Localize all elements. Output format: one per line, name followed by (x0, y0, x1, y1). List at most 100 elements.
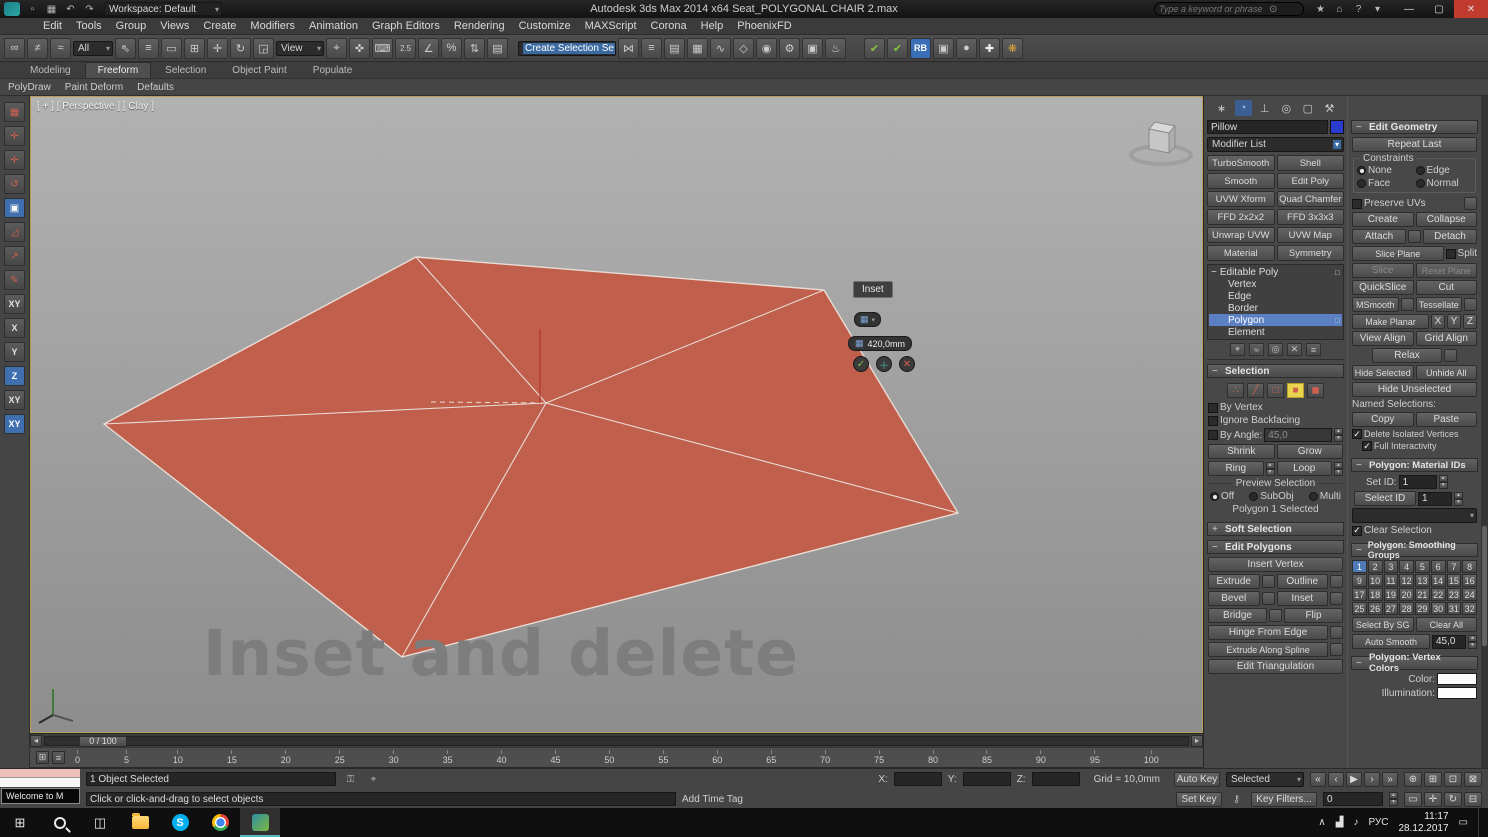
caddy-mode-button[interactable]: ▦ ▾ (854, 312, 881, 327)
maximize-button[interactable]: ▢ (1424, 0, 1454, 18)
select-id-button[interactable]: Select ID (1354, 491, 1416, 506)
axis-xy3-button[interactable]: XY (4, 414, 25, 434)
close-button[interactable]: ✕ (1454, 0, 1488, 18)
maxscript-mini-listener[interactable] (0, 769, 80, 788)
viewcube[interactable] (1111, 107, 1203, 197)
vertex-sub-icon[interactable]: ∴ (1227, 383, 1244, 398)
detach-button[interactable]: Detach (1423, 229, 1477, 244)
tray-volume-icon[interactable]: ♪ (1353, 817, 1358, 828)
key-filters-button[interactable]: Key Filters... (1251, 792, 1317, 807)
menu-item[interactable]: Corona (644, 20, 694, 32)
smoothing-group-button[interactable]: 22 (1431, 588, 1446, 601)
view-align-button[interactable]: View Align (1352, 331, 1414, 346)
smoothing-group-button[interactable]: 17 (1352, 588, 1367, 601)
app-logo-icon[interactable] (4, 2, 20, 16)
scrollbar-thumb[interactable] (1482, 526, 1487, 646)
extrude-along-spline-button[interactable]: Extrude Along Spline (1208, 642, 1328, 657)
smoothing-group-button[interactable]: 23 (1447, 588, 1462, 601)
minimize-button[interactable]: — (1394, 0, 1424, 18)
new-file-icon[interactable]: ▫ (24, 2, 41, 17)
constraint-face-radio[interactable] (1357, 179, 1366, 188)
outline-settings-button[interactable] (1330, 575, 1343, 588)
relax-button[interactable]: Relax (1372, 348, 1442, 363)
ribbon-tab[interactable]: Freeform (85, 62, 152, 78)
smoothing-group-button[interactable]: 3 (1384, 560, 1399, 573)
attach-button[interactable]: Attach (1352, 229, 1406, 244)
smoothing-group-button[interactable]: 29 (1415, 602, 1430, 615)
3ds-max-taskbar-button[interactable] (240, 808, 280, 837)
smoothing-group-button[interactable]: 25 (1352, 602, 1367, 615)
selection-lock-icon[interactable]: ⚿ (342, 772, 359, 787)
red-tool-icon-2[interactable]: ↗ (4, 246, 25, 266)
set-key-button[interactable]: Set Key (1176, 792, 1222, 807)
stack-row-icon[interactable]: □ (1335, 268, 1340, 277)
smoothing-group-button[interactable]: 10 (1368, 574, 1383, 587)
perspective-viewport[interactable]: [ + ] [ Perspective ] [ Clay ] Inset and… (30, 96, 1203, 733)
ribbon-tab[interactable]: Populate (301, 63, 364, 78)
smoothing-group-button[interactable]: 6 (1431, 560, 1446, 573)
smoothing-group-button[interactable]: 31 (1447, 602, 1462, 615)
select-and-rotate-icon[interactable]: ↻ (230, 38, 251, 59)
spinner-snap-icon[interactable]: ⇅ (464, 38, 485, 59)
track-bar[interactable]: ⊞ ≡ 051015202530354045505560657075808590… (30, 747, 1203, 768)
clock[interactable]: 11:17 28.12.2017 (1398, 811, 1448, 835)
constraint-normal-radio[interactable] (1416, 179, 1425, 188)
material-ids-header[interactable]: − Polygon: Material IDs (1351, 458, 1478, 472)
copy-button[interactable]: Copy (1352, 412, 1414, 427)
skype-button[interactable]: S (160, 808, 200, 837)
bevel-settings-button[interactable] (1262, 592, 1275, 605)
soft-selection-header[interactable]: + Soft Selection (1207, 522, 1344, 536)
angle-snap-icon[interactable]: ∠ (418, 38, 439, 59)
illumination-swatch[interactable] (1437, 687, 1477, 699)
element-sub-icon[interactable]: ◼ (1307, 383, 1324, 398)
rectangular-region-icon[interactable]: ▭ (161, 38, 182, 59)
modifier-stack-row[interactable]: Polygon □ (1209, 314, 1342, 326)
menu-item[interactable]: Create (196, 20, 243, 32)
modify-tab-icon[interactable]: ◔ (1235, 100, 1252, 116)
stack-expand-icon[interactable]: − (1211, 267, 1217, 278)
snaps-grid-icon[interactable]: ▦ (4, 102, 25, 122)
ring-button[interactable]: Ring (1208, 461, 1264, 476)
render-production-icon[interactable]: ♨ (825, 38, 846, 59)
full-interactivity-checkbox[interactable]: ✓ (1362, 441, 1372, 451)
auto-smooth-spinner[interactable]: ▲▼ (1468, 635, 1477, 649)
add-time-tag[interactable]: Add Time Tag (682, 794, 743, 805)
help-search-input[interactable] (1159, 4, 1269, 14)
select-and-manipulate-icon[interactable]: ✜ (349, 38, 370, 59)
smoothing-group-button[interactable]: 16 (1462, 574, 1477, 587)
ribbon-tab[interactable]: Object Paint (220, 63, 298, 78)
workspace-dropdown[interactable]: Workspace: Default ▾ (104, 2, 222, 16)
smoothing-group-button[interactable]: 19 (1384, 588, 1399, 601)
shrink-button[interactable]: Shrink (1208, 444, 1275, 459)
inset-button[interactable]: Inset (1277, 591, 1329, 606)
bind-to-space-warp-icon[interactable]: ≈ (50, 38, 71, 59)
smoothing-group-button[interactable]: 30 (1431, 602, 1446, 615)
make-unique-icon[interactable]: ◎ (1268, 343, 1283, 356)
clear-all-button[interactable]: Clear All (1416, 617, 1478, 632)
tessellate-button[interactable]: Tessellate (1416, 297, 1463, 312)
zoom-extents-icon[interactable]: ⊡ (1444, 772, 1462, 787)
smoothing-group-button[interactable]: 2 (1368, 560, 1383, 573)
polygon-sub-icon[interactable]: ■ (1287, 383, 1304, 398)
smoothing-groups-header[interactable]: − Polygon: Smoothing Groups (1351, 543, 1478, 557)
pan-icon[interactable]: ✛ (1424, 792, 1442, 807)
menu-item[interactable]: Edit (36, 20, 69, 32)
collapse-button[interactable]: Collapse (1416, 212, 1478, 227)
make-planar-button[interactable]: Make Planar (1352, 314, 1429, 329)
modifier-stack-row[interactable]: Element (1209, 326, 1342, 338)
window-crossing-icon[interactable]: ⊞ (184, 38, 205, 59)
delete-isolated-vertices-checkbox[interactable]: ✓ (1352, 429, 1362, 439)
smoothing-group-button[interactable]: 11 (1384, 574, 1399, 587)
add-plugin-icon[interactable]: ✚ (979, 38, 1000, 59)
red-tool-icon-1[interactable]: ◿ (4, 222, 25, 242)
preview-off-radio[interactable] (1210, 492, 1219, 501)
search-button[interactable] (40, 808, 80, 837)
next-frame-button[interactable]: › (1364, 772, 1380, 787)
corona-vfb-icon[interactable]: ✔ (864, 38, 885, 59)
grow-button[interactable]: Grow (1277, 444, 1344, 459)
caddy-ok-button[interactable]: ✓ (853, 356, 869, 372)
object-color-swatch[interactable] (1330, 120, 1344, 134)
go-to-end-button[interactable]: » (1382, 772, 1398, 787)
chrome-button[interactable] (200, 808, 240, 837)
modifier-button[interactable]: Smooth (1207, 173, 1275, 189)
